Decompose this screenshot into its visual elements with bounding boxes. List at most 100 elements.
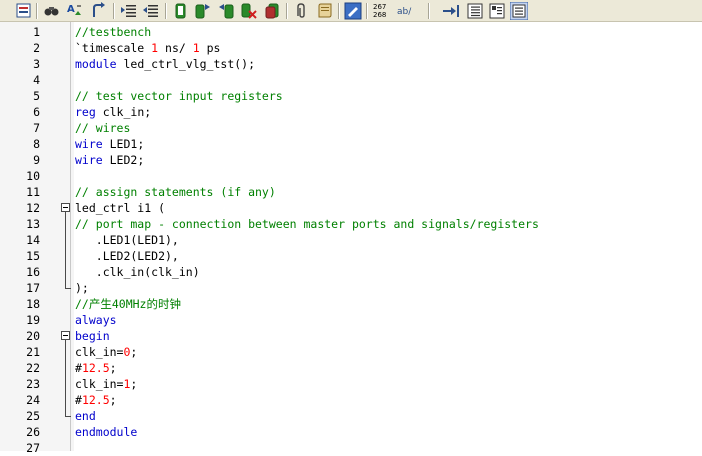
code-line[interactable]: 19 always (0, 312, 702, 328)
toolbar-separator (366, 3, 368, 19)
code-token: 1 (192, 41, 200, 55)
bookmark-list-button[interactable] (264, 2, 282, 19)
uncomment-button[interactable] (466, 2, 484, 19)
code-line[interactable]: 8 wire LED1; (0, 136, 702, 152)
insert-template-icon (16, 3, 31, 18)
code-line[interactable]: 22 #12.5; (0, 360, 702, 376)
fold-collapse-icon[interactable] (61, 203, 70, 212)
insert-template-button[interactable] (15, 2, 33, 19)
code-line[interactable]: 21 clk_in=0; (0, 344, 702, 360)
line-number: 9 (33, 153, 40, 167)
code-token: ps (199, 41, 221, 55)
code-line[interactable]: 18 //产生40MHz的时钟 (0, 296, 702, 312)
code-text: `timescale 1 ns/ 1 ps (75, 40, 220, 56)
code-line[interactable]: 13 // port map - connection between maste… (0, 216, 702, 232)
find-replace-icon: A (67, 4, 81, 15)
collapse-button[interactable] (510, 2, 528, 20)
code-token: ns/ (158, 41, 193, 55)
code-token: clk_in= (75, 345, 124, 359)
code-text: clk_in=0; (75, 344, 137, 360)
fold-collapse-icon[interactable] (61, 331, 70, 340)
bookmark-clear-button[interactable] (240, 2, 258, 19)
scroll-button[interactable] (316, 2, 334, 19)
edit-icon (344, 2, 362, 20)
code-text: module led_ctrl_vlg_tst(); (75, 56, 255, 72)
svg-text:267: 267 (373, 3, 386, 11)
code-line[interactable]: 11 // assign statements (if any) (0, 184, 702, 200)
code-token: end (75, 409, 96, 423)
bookmark-prev-button[interactable] (218, 2, 236, 19)
bookmark-toggle-button[interactable] (172, 2, 190, 19)
collapse-icon (510, 2, 528, 20)
code-token: led_ctrl i1 ( (75, 201, 166, 215)
code-text: clk_in=1; (75, 376, 137, 392)
code-line[interactable]: 12 led_ctrl i1 ( (0, 200, 702, 216)
fold-guide-line (65, 340, 66, 408)
bookmark-toggle-icon (175, 3, 186, 19)
code-line[interactable]: 25 end (0, 408, 702, 424)
attach-button[interactable] (292, 2, 310, 19)
code-token: // port map - connection between master … (75, 217, 539, 231)
goto-line-icon (93, 2, 105, 17)
line-number: 13 (26, 217, 40, 231)
code-line[interactable]: 14 .LED1(LED1), (0, 232, 702, 248)
code-line[interactable]: 17); (0, 280, 702, 296)
code-token: clk_in= (75, 377, 124, 391)
code-line[interactable]: 26 endmodule (0, 424, 702, 440)
bookmark-next-button[interactable] (194, 2, 212, 19)
code-line[interactable]: 3 module led_ctrl_vlg_tst(); (0, 56, 702, 72)
code-line[interactable]: 16 .clk_in(clk_in) (0, 264, 702, 280)
bookmark-next-icon (195, 4, 210, 19)
edit-button[interactable] (344, 2, 362, 20)
code-line[interactable]: 6 reg clk_in; (0, 104, 702, 120)
code-line[interactable]: 24 #12.5; (0, 392, 702, 408)
code-line[interactable]: 5 // test vector input registers (0, 88, 702, 104)
toolbar-separator (338, 3, 340, 19)
unindent-button[interactable] (142, 2, 160, 19)
scroll-icon (318, 3, 332, 18)
line-number: 24 (26, 393, 40, 407)
line-number: 27 (26, 441, 40, 455)
code-text: #12.5; (75, 360, 117, 376)
code-line[interactable]: 27 (0, 440, 702, 456)
line-numbers-button[interactable]: 267 268 (372, 2, 390, 19)
comment-button[interactable] (442, 2, 460, 19)
toolbar: A 267 268 ab/ (0, 0, 702, 22)
code-token: .clk_in(clk_in) (75, 265, 200, 279)
find-replace-button[interactable]: A (66, 2, 84, 19)
code-line[interactable]: 23 clk_in=1; (0, 376, 702, 392)
code-line[interactable]: 2 `timescale 1 ns/ 1 ps (0, 40, 702, 56)
code-token: `timescale (75, 41, 152, 55)
line-number: 2 (33, 41, 40, 55)
code-line[interactable]: 20 begin (0, 328, 702, 344)
line-number: 12 (26, 201, 40, 215)
code-line[interactable]: 4 (0, 72, 702, 88)
code-token: ; (109, 393, 117, 407)
code-token: clk_in; (95, 105, 152, 119)
code-token: begin (75, 329, 110, 343)
whitespace-button[interactable]: ab/ (396, 2, 414, 19)
toolbar-separator (113, 3, 115, 19)
code-text: wire LED2; (75, 152, 144, 168)
indent-button[interactable] (120, 2, 138, 19)
code-token: reg (75, 105, 96, 119)
line-number: 19 (26, 313, 40, 327)
code-line[interactable]: 9 wire LED2; (0, 152, 702, 168)
line-number: 1 (33, 25, 40, 39)
code-line[interactable]: 7 // wires (0, 120, 702, 136)
toolbar-separator (286, 3, 288, 19)
code-token: module (75, 57, 117, 71)
code-line[interactable]: 1 //testbench (0, 24, 702, 40)
svg-text:A: A (67, 4, 75, 15)
code-token: 12.5 (81, 361, 110, 375)
code-token: wire (75, 153, 103, 167)
line-number: 5 (33, 89, 40, 103)
find-button[interactable] (43, 2, 61, 19)
goto-line-button[interactable] (90, 2, 108, 19)
expand-button[interactable] (488, 2, 506, 19)
code-editor[interactable]: 1 //testbench 2 `timescale 1 ns/ 1 ps 3 modul… (0, 22, 702, 455)
code-line[interactable]: 15 .LED2(LED2), (0, 248, 702, 264)
code-token: // wires (75, 121, 131, 135)
code-line[interactable]: 10 (0, 168, 702, 184)
code-text: end (75, 408, 96, 424)
